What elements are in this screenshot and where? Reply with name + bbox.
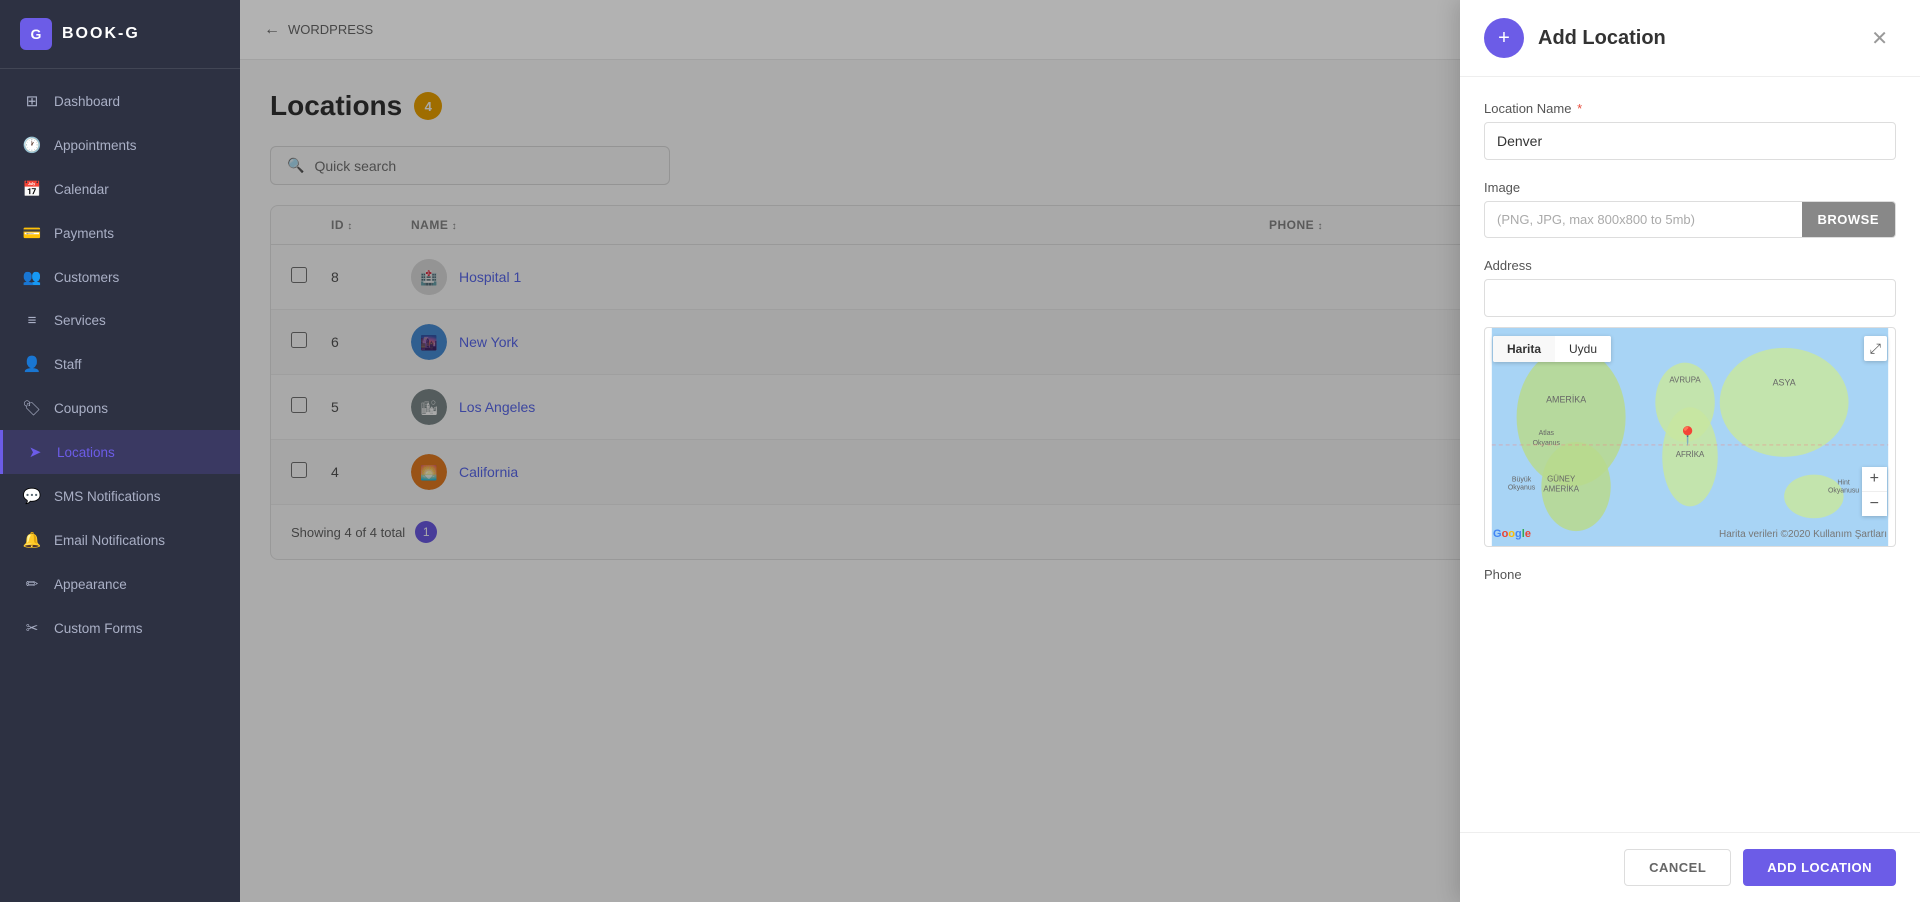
calendar-icon: 📅	[22, 180, 42, 198]
sidebar-item-sms[interactable]: 💬 SMS Notifications	[0, 474, 240, 518]
sidebar-item-dashboard[interactable]: ⊞ Dashboard	[0, 79, 240, 123]
sidebar-item-customforms[interactable]: ✂ Custom Forms	[0, 606, 240, 650]
sidebar: G BOOK-G ⊞ Dashboard 🕐 Appointments 📅 Ca…	[0, 0, 240, 902]
plus-icon: +	[1498, 27, 1510, 50]
sidebar-label-staff: Staff	[54, 357, 82, 372]
sidebar-item-payments[interactable]: 💳 Payments	[0, 211, 240, 255]
location-name-group: Location Name *	[1484, 101, 1896, 160]
app-name: BOOK-G	[62, 25, 140, 43]
image-label: Image	[1484, 180, 1896, 195]
phone-group: Phone	[1484, 567, 1896, 582]
modal-header: + Add Location ✕	[1460, 0, 1920, 77]
svg-text:Büyük: Büyük	[1512, 477, 1532, 484]
svg-text:AFRİKA: AFRİKA	[1676, 450, 1705, 459]
add-location-modal: + Add Location ✕ Location Name * Image (…	[1460, 0, 1920, 902]
sidebar-item-locations[interactable]: ➤ Locations	[0, 430, 240, 474]
sidebar-item-services[interactable]: ≡ Services	[0, 299, 240, 342]
sidebar-label-customforms: Custom Forms	[54, 621, 143, 636]
sidebar-label-payments: Payments	[54, 226, 114, 241]
svg-text:AVRUPA: AVRUPA	[1669, 376, 1701, 385]
staff-icon: 👤	[22, 355, 42, 373]
appointments-icon: 🕐	[22, 136, 42, 154]
logo-icon: G	[20, 18, 52, 50]
sidebar-label-locations: Locations	[57, 445, 115, 460]
sidebar-logo: G BOOK-G	[0, 0, 240, 69]
sidebar-label-sms: SMS Notifications	[54, 489, 161, 504]
sidebar-item-customers[interactable]: 👥 Customers	[0, 255, 240, 299]
map-copyright: Harita verileri ©2020 Kullanım Şartları	[1719, 529, 1887, 540]
sidebar-nav: ⊞ Dashboard 🕐 Appointments 📅 Calendar 💳 …	[0, 69, 240, 902]
sidebar-label-calendar: Calendar	[54, 182, 109, 197]
sidebar-item-email[interactable]: 🔔 Email Notifications	[0, 518, 240, 562]
map-tab-uydu[interactable]: Uydu	[1555, 336, 1611, 362]
sidebar-label-coupons: Coupons	[54, 401, 108, 416]
location-name-label: Location Name *	[1484, 101, 1896, 116]
address-input[interactable]	[1484, 279, 1896, 317]
modal-header-icon: +	[1484, 18, 1524, 58]
svg-text:Okyanusu: Okyanusu	[1828, 487, 1859, 494]
modal-body: Location Name * Image (PNG, JPG, max 800…	[1460, 77, 1920, 832]
map-container: AMERİKA GÜNEY AMERİKA AVRUPA AFRİKA ASYA…	[1484, 327, 1896, 547]
address-label: Address	[1484, 258, 1896, 273]
add-location-button[interactable]: ADD LOCATION	[1743, 849, 1896, 886]
map-zoom-controls: + −	[1862, 467, 1887, 516]
address-group: Address	[1484, 258, 1896, 547]
map-tab-harita[interactable]: Harita	[1493, 336, 1555, 362]
image-placeholder: (PNG, JPG, max 800x800 to 5mb)	[1485, 202, 1802, 237]
sidebar-item-calendar[interactable]: 📅 Calendar	[0, 167, 240, 211]
required-indicator: *	[1577, 101, 1582, 116]
google-maps-logo: Google	[1493, 528, 1531, 540]
dashboard-icon: ⊞	[22, 92, 42, 110]
location-name-input[interactable]	[1484, 122, 1896, 160]
payments-icon: 💳	[22, 224, 42, 242]
svg-text:Okyanus: Okyanus	[1508, 485, 1536, 492]
cancel-button[interactable]: CANCEL	[1624, 849, 1731, 886]
image-upload-area: (PNG, JPG, max 800x800 to 5mb) BROWSE	[1484, 201, 1896, 238]
svg-text:📍: 📍	[1677, 425, 1699, 446]
sidebar-item-appearance[interactable]: ✏ Appearance	[0, 562, 240, 606]
svg-text:AMERİKA: AMERİKA	[1543, 485, 1579, 494]
services-icon: ≡	[22, 312, 42, 329]
sidebar-label-email: Email Notifications	[54, 533, 165, 548]
phone-label: Phone	[1484, 567, 1896, 582]
customers-icon: 👥	[22, 268, 42, 286]
map-expand-button[interactable]: ⤢	[1864, 336, 1887, 361]
sidebar-label-appearance: Appearance	[54, 577, 127, 592]
image-group: Image (PNG, JPG, max 800x800 to 5mb) BRO…	[1484, 180, 1896, 238]
browse-button[interactable]: BROWSE	[1802, 202, 1896, 237]
svg-text:AMERİKA: AMERİKA	[1546, 394, 1586, 404]
locations-icon: ➤	[25, 443, 45, 461]
svg-text:GÜNEY: GÜNEY	[1547, 475, 1576, 484]
modal-title: Add Location	[1538, 27, 1863, 50]
sidebar-label-customers: Customers	[54, 270, 119, 285]
modal-footer: CANCEL ADD LOCATION	[1460, 832, 1920, 902]
svg-text:Okyanus: Okyanus	[1533, 440, 1561, 447]
coupons-icon: 🏷	[22, 399, 42, 417]
customforms-icon: ✂	[22, 619, 42, 637]
close-modal-button[interactable]: ✕	[1863, 22, 1896, 55]
sidebar-label-appointments: Appointments	[54, 138, 137, 153]
sms-icon: 💬	[22, 487, 42, 505]
email-icon: 🔔	[22, 531, 42, 549]
sidebar-item-staff[interactable]: 👤 Staff	[0, 342, 240, 386]
svg-text:Hint: Hint	[1837, 480, 1849, 487]
sidebar-label-dashboard: Dashboard	[54, 94, 120, 109]
sidebar-item-appointments[interactable]: 🕐 Appointments	[0, 123, 240, 167]
zoom-out-button[interactable]: −	[1862, 492, 1887, 516]
svg-text:ASYA: ASYA	[1773, 377, 1796, 387]
appearance-icon: ✏	[22, 575, 42, 593]
sidebar-label-services: Services	[54, 313, 106, 328]
map-tabs: Harita Uydu	[1493, 336, 1611, 362]
svg-text:Atlas: Atlas	[1539, 430, 1555, 437]
zoom-in-button[interactable]: +	[1862, 467, 1887, 492]
sidebar-item-coupons[interactable]: 🏷 Coupons	[0, 386, 240, 430]
